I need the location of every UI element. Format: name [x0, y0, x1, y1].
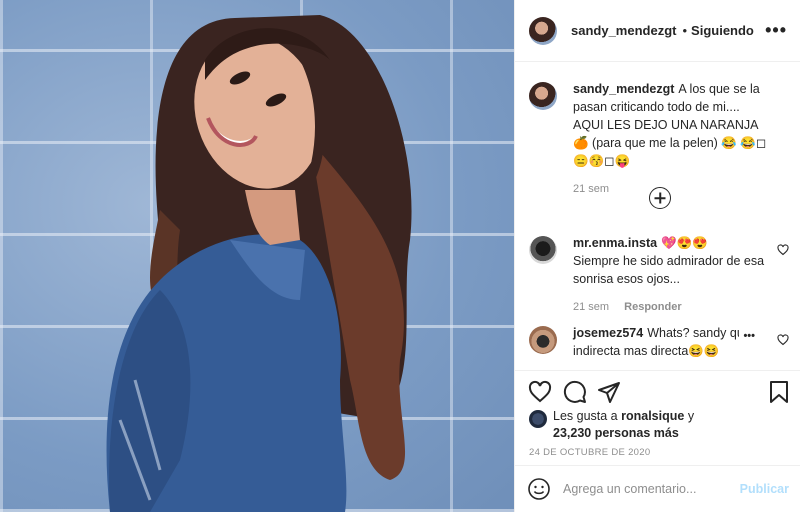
post-details-panel: sandy_mendezgt • Siguiendo ••• sandy_men… — [514, 0, 800, 512]
post-date[interactable]: 24 DE OCTUBRE DE 2020 — [529, 447, 650, 458]
portrait-illustration — [106, 15, 412, 512]
comment-emoji: 💖😍😍 — [661, 236, 708, 250]
comment-time[interactable]: 21 sem — [573, 301, 609, 313]
author-avatar[interactable] — [529, 16, 557, 45]
emoji-smiley-icon[interactable] — [527, 477, 551, 501]
post-header: sandy_mendezgt • Siguiendo ••• — [515, 0, 800, 62]
comment-username[interactable]: josemez574 — [573, 326, 643, 340]
comment-input[interactable] — [563, 482, 733, 496]
reply-button[interactable]: Responder — [624, 301, 681, 313]
more-options-icon[interactable]: ••• — [765, 20, 787, 41]
comment-composer: Publicar — [515, 465, 800, 512]
liker-avatar — [529, 410, 547, 428]
comment-username[interactable]: mr.enma.insta — [573, 236, 657, 250]
save-bookmark-icon[interactable] — [767, 380, 791, 404]
caption-avatar[interactable] — [529, 82, 557, 110]
like-comment-heart-icon[interactable] — [777, 334, 789, 346]
comment-item: josemez574 Whats? sandy que indirecta mas… — [529, 324, 791, 360]
load-more-comments-button[interactable] — [649, 187, 671, 209]
comment-item: mr.enma.insta 💖😍😍 Siempre he sido admirad… — [529, 234, 791, 316]
header-separator: • — [682, 23, 688, 38]
likes-summary[interactable]: Les gusta a ronalsique y 23,230 personas… — [529, 408, 694, 442]
following-button[interactable]: Siguiendo — [691, 23, 754, 38]
post-photo[interactable] — [0, 0, 514, 512]
like-comment-heart-icon[interactable] — [777, 244, 789, 256]
comment-bubble-icon[interactable] — [563, 380, 587, 404]
author-username[interactable]: sandy_mendezgt — [571, 23, 676, 38]
comment-more-icon[interactable]: ••• — [739, 330, 755, 342]
post-actions: Les gusta a ronalsique y 23,230 personas… — [515, 370, 800, 476]
likes-connector: y — [687, 409, 695, 423]
comments-list[interactable]: sandy_mendezgt A los que se la pasan crit… — [515, 62, 800, 370]
comment-avatar[interactable] — [529, 236, 557, 264]
caption: sandy_mendezgt A los que se la pasan crit… — [529, 80, 791, 198]
share-paper-plane-icon[interactable] — [597, 380, 621, 404]
likes-prefix: Les gusta a — [553, 409, 618, 423]
caption-time[interactable]: 21 sem — [573, 183, 609, 195]
comment-avatar[interactable] — [529, 326, 557, 354]
likes-count[interactable]: 23,230 personas más — [553, 426, 679, 440]
caption-username[interactable]: sandy_mendezgt — [573, 82, 674, 96]
publish-button[interactable]: Publicar — [740, 482, 789, 496]
liker-username[interactable]: ronalsique — [621, 409, 684, 423]
comment-text: Siempre he sido admirador de esa sonrisa… — [573, 254, 765, 286]
like-heart-icon[interactable] — [528, 380, 552, 404]
